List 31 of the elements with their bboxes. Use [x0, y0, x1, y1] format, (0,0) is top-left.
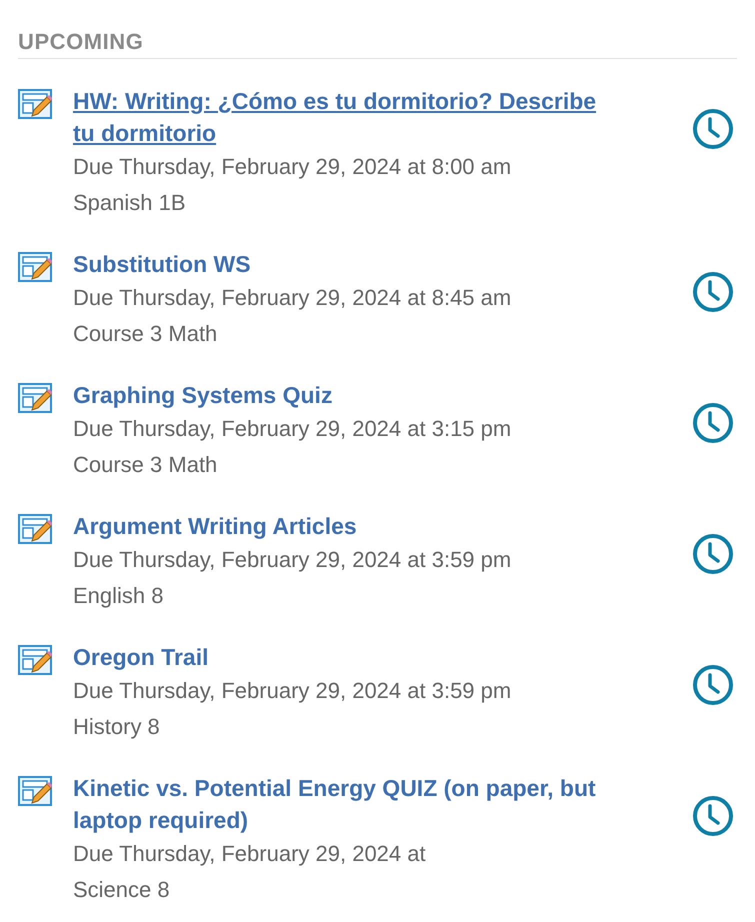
section-heading: UPCOMING — [18, 28, 144, 56]
assignment-icon — [18, 645, 52, 675]
assignment-icon — [18, 776, 52, 806]
assignment-link[interactable]: Oregon Trail — [73, 641, 603, 673]
clock-icon — [691, 401, 735, 445]
due-date: Due Thursday, February 29, 2024 at 3:59 pm — [73, 677, 512, 705]
due-date: Due Thursday, February 29, 2024 at — [73, 840, 427, 868]
clock-icon — [691, 794, 735, 838]
course-name: Spanish 1B — [73, 189, 187, 217]
due-date: Due Thursday, February 29, 2024 at 3:15 pm — [73, 415, 512, 443]
assignment-icon — [18, 252, 52, 282]
due-date: Due Thursday, February 29, 2024 at 3:59 pm — [73, 546, 512, 574]
clock-icon — [691, 270, 735, 314]
course-name: Science 8 — [73, 876, 171, 904]
course-name: Course 3 Math — [73, 451, 218, 479]
assignment-link[interactable]: Kinetic vs. Potential Energy QUIZ (on paper, but laptop required) — [73, 772, 603, 836]
assignment-link[interactable]: Argument Writing Articles — [73, 510, 603, 542]
assignment-link[interactable]: Substitution WS — [73, 248, 603, 280]
due-date: Due Thursday, February 29, 2024 at 8:45 am — [73, 284, 512, 312]
assignment-link[interactable]: Graphing Systems Quiz — [73, 379, 603, 411]
assignment-icon — [18, 514, 52, 544]
due-date: Due Thursday, February 29, 2024 at 8:00 am — [73, 153, 512, 181]
course-name: English 8 — [73, 582, 165, 610]
assignment-icon — [18, 383, 52, 413]
clock-icon — [691, 663, 735, 707]
assignment-icon — [18, 89, 52, 119]
course-name: History 8 — [73, 713, 161, 741]
clock-icon — [691, 107, 735, 151]
clock-icon — [691, 532, 735, 576]
assignment-link[interactable]: HW: Writing: ¿Cómo es tu dormitorio? Describe tu dormitorio — [73, 85, 603, 149]
course-name: Course 3 Math — [73, 320, 218, 348]
